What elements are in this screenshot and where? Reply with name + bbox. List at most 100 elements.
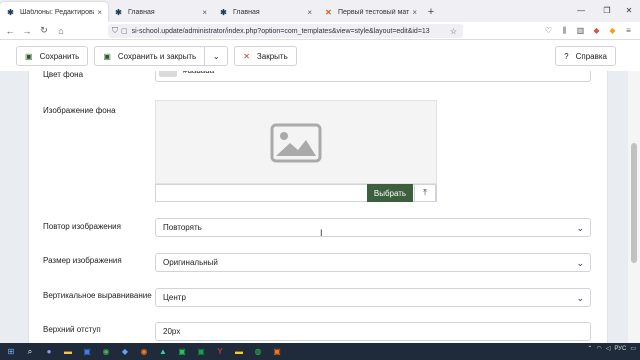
repeat-value: Повторять	[163, 223, 202, 232]
help-label: Справка	[575, 51, 607, 61]
help-button[interactable]: ? Справка	[555, 46, 616, 66]
help-icon: ?	[564, 51, 569, 61]
network-icon[interactable]: ◠	[596, 345, 601, 352]
save-icon: ▣	[25, 51, 33, 61]
close-tab-icon[interactable]: ×	[307, 8, 312, 17]
chevron-down-icon[interactable]: ⌄	[205, 52, 227, 61]
close-icon: ✕	[243, 51, 250, 61]
reload-icon[interactable]: ↻	[37, 24, 51, 38]
page-info-icon[interactable]: ▢	[121, 27, 128, 35]
joomla-icon: ✱	[115, 7, 122, 17]
yandex-icon[interactable]: Y	[212, 345, 228, 359]
top-padding-label: Верхний отступ	[43, 325, 101, 334]
tray-icon[interactable]: ⌃	[587, 345, 592, 352]
form-card: Цвет фона #dadada Изображение фона Выбра…	[28, 71, 608, 343]
bg-color-field[interactable]: #dadada	[155, 71, 591, 82]
valign-select[interactable]: Центр ⌄	[155, 288, 591, 307]
notifications-icon[interactable]: ▭	[630, 345, 636, 352]
repeat-select[interactable]: Повторять ⌄	[155, 218, 591, 237]
bg-image-label: Изображение фона	[43, 106, 116, 115]
os-taskbar: ⊞ ⌕ ● ▬ ▣ ◉ ◆ ◉ ▲ ▣ ▣ Y ▬ ◍ ▣ ⌃ ◠ ◁ РУС …	[0, 343, 640, 360]
close-tab-icon[interactable]: ×	[202, 8, 207, 17]
tab-home-2[interactable]: ✱ Главная ×	[213, 2, 318, 22]
joomla-icon: ✱	[7, 7, 14, 17]
chevron-down-icon: ⌄	[576, 223, 584, 233]
search-icon[interactable]: ⌕	[22, 345, 38, 359]
shield-icon: ⛉	[112, 26, 118, 35]
home-icon[interactable]: ⌂	[54, 24, 68, 38]
image-placeholder-icon	[270, 123, 322, 163]
bg-color-label: Цвет фона	[43, 71, 84, 79]
chevron-down-icon: ⌄	[576, 258, 584, 268]
valign-value: Центр	[163, 293, 186, 302]
text-cursor-icon: I	[320, 228, 323, 238]
tab-home-1[interactable]: ✱ Главная ×	[108, 2, 213, 22]
chrome-icon[interactable]: ◉	[98, 345, 114, 359]
system-tray: ⌃ ◠ ◁ РУС ▭	[587, 345, 636, 353]
top-padding-value: 20px	[163, 327, 181, 336]
save-and-close-split-button: ▣ Сохранить и закрыть ⌄	[94, 46, 229, 66]
address-bar[interactable]: ⛉ ▢ si-school.update/administrator/index…	[108, 24, 463, 38]
back-icon[interactable]: ←	[3, 24, 17, 38]
app-icon[interactable]: ▬	[231, 345, 247, 359]
language-indicator[interactable]: РУС	[614, 346, 626, 352]
size-value: Оригинальный	[163, 258, 218, 267]
minimize-icon[interactable]: —	[574, 4, 588, 16]
whatsapp-icon[interactable]: ◍	[250, 345, 266, 359]
forward-icon[interactable]: →	[20, 24, 34, 38]
top-padding-input[interactable]: 20px	[155, 322, 591, 341]
size-select[interactable]: Оригинальный ⌄	[155, 253, 591, 272]
window-close-icon[interactable]: ✕	[622, 4, 636, 16]
tab-first-test-article[interactable]: ✕ Первый тестовый материал ×	[318, 2, 423, 22]
save-close-label: Сохранить и закрыть	[117, 51, 197, 61]
save-button[interactable]: ▣ Сохранить	[16, 46, 89, 66]
joomla-icon: ✱	[220, 7, 227, 17]
app-icon[interactable]: ▣	[174, 345, 190, 359]
save-and-close-button[interactable]: ▣ Сохранить и закрыть	[95, 47, 206, 65]
app-icon[interactable]: ▣	[269, 345, 285, 359]
browser-nav-bar: ← → ↻ ⌂ ⛉ ▢ si-school.update/administrat…	[0, 22, 640, 40]
chevron-down-icon: ⌄	[576, 293, 584, 303]
menu-icon[interactable]: ≡	[623, 25, 634, 36]
cortana-icon[interactable]: ●	[41, 345, 57, 359]
admin-toolbar: ▣ Сохранить ▣ Сохранить и закрыть ⌄ ✕ За…	[0, 41, 640, 71]
app-icon[interactable]: ◆	[117, 345, 133, 359]
extension-icon[interactable]: ◆	[591, 25, 602, 36]
maximize-icon[interactable]: ❐	[600, 4, 614, 16]
app-icon[interactable]: ▣	[79, 345, 95, 359]
save-label: Сохранить	[39, 51, 80, 61]
upload-icon[interactable]: ⤒	[414, 184, 436, 202]
volume-icon[interactable]: ◁	[606, 345, 611, 352]
page-scrollbar[interactable]	[628, 71, 640, 343]
sidebar-icon[interactable]: ▥	[575, 25, 586, 36]
joomla-orange-icon: ✕	[325, 7, 332, 17]
image-path-input[interactable]: Выбрать ⤒	[155, 184, 437, 202]
close-button[interactable]: ✕ Закрыть	[234, 46, 297, 66]
select-image-button[interactable]: Выбрать	[367, 184, 413, 202]
url-text: si-school.update/administrator/index.php…	[131, 27, 430, 35]
save-icon: ▣	[103, 51, 111, 61]
close-tab-icon[interactable]: ×	[97, 8, 102, 17]
browser-tab-bar: ✱ Шаблоны: Редактирование ст × ✱ Главная…	[0, 0, 640, 22]
pocket-icon[interactable]: ♡	[543, 25, 554, 36]
tab-label: Главная	[128, 8, 155, 16]
bookmark-star-icon[interactable]: ☆	[450, 27, 457, 36]
app-icon[interactable]: ▣	[193, 345, 209, 359]
scrollbar-thumb[interactable]	[631, 143, 637, 263]
color-swatch[interactable]	[159, 71, 177, 77]
close-tab-icon[interactable]: ×	[412, 8, 417, 17]
new-tab-button[interactable]: +	[423, 2, 439, 22]
repeat-label: Повтор изображения	[43, 222, 121, 231]
library-icon[interactable]: ⫼	[559, 25, 570, 36]
close-label: Закрыть	[256, 51, 288, 61]
firefox-icon[interactable]: ◉	[136, 345, 152, 359]
tab-templates-edit[interactable]: ✱ Шаблоны: Редактирование ст ×	[0, 2, 108, 22]
windows-start-icon[interactable]: ⊞	[3, 345, 19, 359]
bg-color-value: #dadada	[183, 71, 214, 75]
file-explorer-icon[interactable]: ▬	[60, 345, 76, 359]
size-label: Размер изображения	[43, 256, 122, 265]
tab-label: Шаблоны: Редактирование ст	[20, 8, 94, 16]
tab-label: Главная	[233, 8, 260, 16]
app-icon[interactable]: ▲	[155, 345, 171, 359]
extension-icon[interactable]: ◆	[607, 25, 618, 36]
